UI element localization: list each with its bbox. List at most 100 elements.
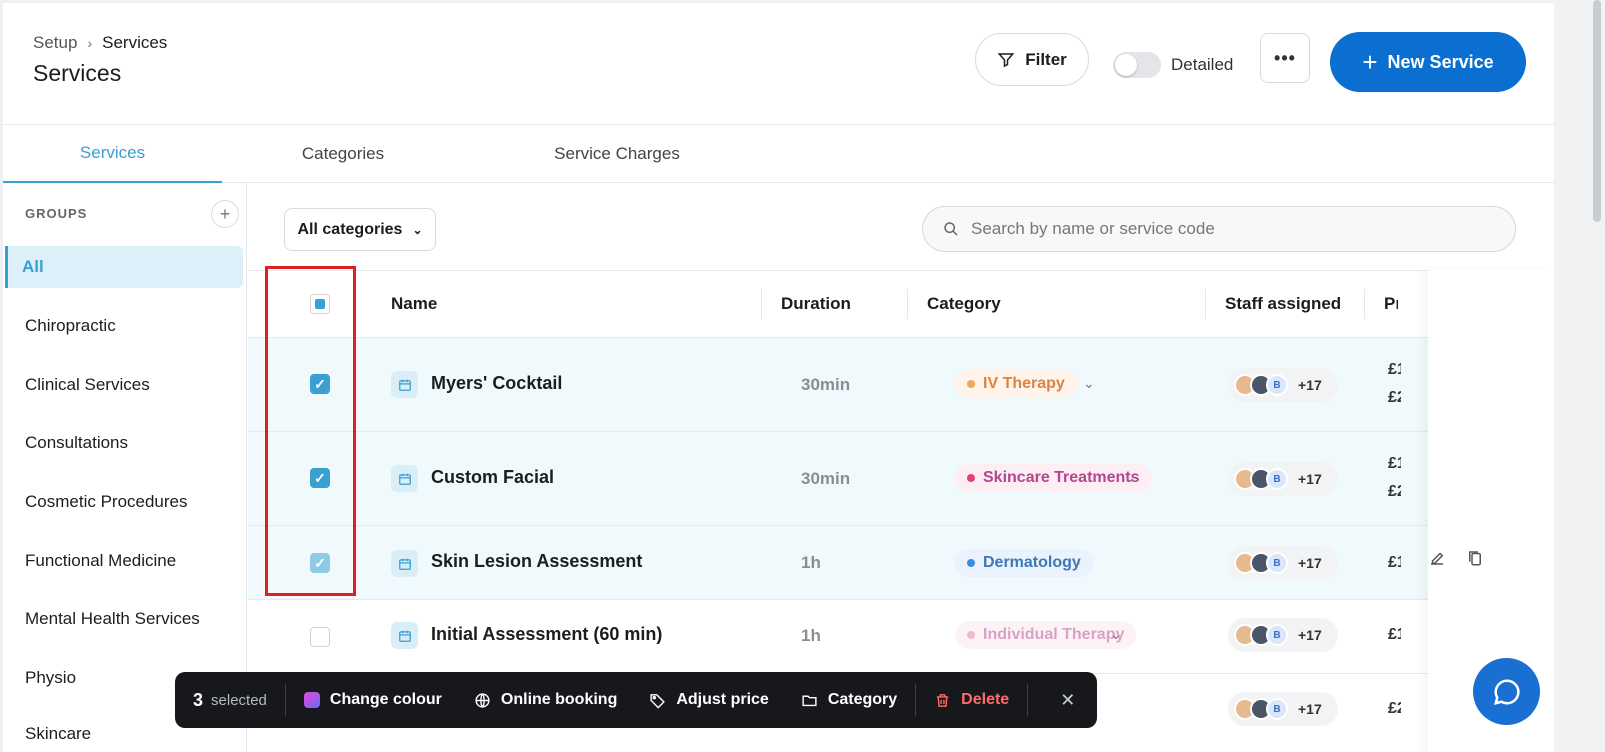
column-divider [761,289,762,319]
trash-icon [937,693,949,707]
more-options-button[interactable]: ••• [1260,33,1310,83]
globe-icon [475,692,490,708]
service-price: £1 £2 [1388,356,1401,412]
staff-assigned[interactable]: B +17 [1228,618,1338,652]
plus-icon: + [1362,47,1378,77]
checkbox-column-highlight [265,266,356,596]
group-item-consultations[interactable]: Consultations [3,422,247,464]
edit-icon[interactable] [1428,549,1446,567]
table-header: Name Duration Category Staff assigned Pr [248,270,1428,338]
service-price: £2 [1388,695,1401,723]
groups-sidebar: GROUPS + All Chiropractic Clinical Servi… [3,183,247,752]
delete-label: Delete [961,691,1010,708]
category-label: IV Therapy [983,375,1065,392]
calendar-icon [391,622,418,649]
adjust-price-label: Adjust price [676,691,769,708]
service-name[interactable]: Initial Assessment (60 min) [431,624,662,645]
tab-services[interactable]: Services [3,125,222,183]
category-button[interactable]: Category [801,691,897,709]
app-window: Setup › Services Services Filter Detaile… [3,3,1554,752]
filter-button[interactable]: Filter [975,33,1089,86]
divider [1027,684,1029,716]
price-line: £1 [1388,554,1401,571]
adjust-price-button[interactable]: Adjust price [649,691,769,709]
breadcrumb-setup[interactable]: Setup [33,33,77,53]
staff-more-count: +17 [1298,627,1322,643]
table-row[interactable]: ✓ Skin Lesion Assessment 1h Dermatology … [248,526,1548,600]
new-service-button[interactable]: + New Service [1330,32,1526,92]
avatar: B [1266,624,1288,646]
table-row[interactable]: Initial Assessment (60 min) 1h Individua… [248,600,1548,674]
search-icon [944,222,958,236]
scrollbar-thumb[interactable] [1593,0,1601,222]
service-duration: 30min [801,469,851,488]
row-checkbox[interactable] [310,627,330,647]
column-price[interactable]: Pr [1384,271,1398,337]
search-box[interactable] [922,206,1516,252]
staff-more-count: +17 [1298,377,1322,393]
price-line: £2 [1388,700,1401,717]
chevron-down-icon[interactable]: ⌄ [1083,375,1095,392]
column-duration[interactable]: Duration [781,271,851,337]
category-select-value: All categories [297,220,403,238]
staff-more-count: +17 [1298,555,1322,571]
divider [284,684,286,716]
add-group-button[interactable]: + [211,200,239,228]
price-line: £1 [1388,455,1401,472]
filter-button-label: Filter [1025,49,1067,69]
column-divider [907,289,908,319]
service-name[interactable]: Custom Facial [431,467,554,488]
chevron-down-icon[interactable]: ⌄ [1124,469,1136,486]
table-row[interactable]: ✓ Custom Facial 30min Skincare Treatment… [248,432,1548,526]
calendar-icon [391,371,418,398]
group-item-functional-medicine[interactable]: Functional Medicine [3,540,247,582]
group-item-clinical-services[interactable]: Clinical Services [3,364,247,406]
staff-assigned[interactable]: B +17 [1228,368,1338,402]
service-duration: 30min [801,375,851,394]
category-label: Individual Therapy [983,626,1125,643]
avatar: B [1266,552,1288,574]
staff-assigned[interactable]: B +17 [1228,462,1338,496]
chevron-down-icon: ⌄ [412,222,423,237]
colour-swatch-icon [303,692,320,708]
group-item-all[interactable]: All [5,246,243,288]
detailed-toggle-label: Detailed [1171,55,1234,74]
duplicate-icon[interactable] [1466,549,1484,567]
column-staff-assigned[interactable]: Staff assigned [1225,271,1341,337]
category-label: Category [827,691,898,708]
category-badge[interactable]: IV Therapy [955,370,1077,398]
divider [915,684,917,716]
folder-icon [802,695,817,706]
chevron-down-icon[interactable]: ⌄ [1110,626,1122,643]
search-input[interactable] [971,219,1491,239]
category-dot [967,559,975,567]
close-icon[interactable]: ✕ [1060,690,1075,711]
staff-assigned[interactable]: B +17 [1228,546,1338,580]
delete-button[interactable]: Delete [934,691,1009,709]
online-booking-button[interactable]: Online booking [474,691,617,709]
column-name[interactable]: Name [391,271,437,337]
category-badge[interactable]: Skincare Treatments [955,464,1152,492]
tab-categories[interactable]: Categories [265,125,421,183]
avatar: B [1266,698,1288,720]
avatar: B [1266,468,1288,490]
category-dot [967,380,975,388]
category-label: Skincare Treatments [983,469,1140,486]
service-name[interactable]: Skin Lesion Assessment [431,551,642,572]
tab-service-charges[interactable]: Service Charges [517,125,717,183]
group-item-chiropractic[interactable]: Chiropractic [3,305,247,347]
detailed-toggle[interactable] [1113,52,1161,78]
table-row[interactable]: ✓ Myers' Cocktail 30min IV Therapy ⌄ B +… [248,338,1548,432]
column-category[interactable]: Category [927,271,1001,337]
group-item-cosmetic-procedures[interactable]: Cosmetic Procedures [3,481,247,523]
staff-assigned[interactable]: B +17 [1228,692,1338,726]
tag-icon [650,693,666,709]
category-select[interactable]: All categories ⌄ [284,208,436,251]
change-colour-button[interactable]: Change colour [303,691,442,709]
service-name[interactable]: Myers' Cocktail [431,373,562,394]
group-item-mental-health-services[interactable]: Mental Health Services [3,598,247,640]
groups-heading: GROUPS [25,206,88,221]
service-price: £1 £2 [1388,450,1401,506]
chat-button[interactable] [1473,658,1540,725]
chevron-down-icon[interactable]: ⌄ [1071,553,1083,570]
